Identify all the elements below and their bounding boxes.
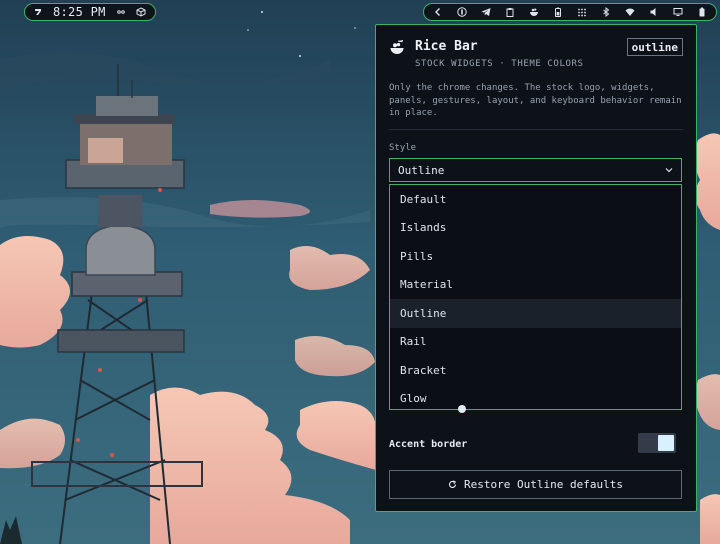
topbar-right-pill — [423, 3, 717, 21]
chevron-down-icon — [665, 168, 673, 173]
style-select[interactable]: Outline — [389, 158, 682, 182]
bluetooth-icon[interactable] — [601, 7, 611, 17]
topbar-left-pill: 8:25 PM — [24, 3, 156, 21]
style-option-glow[interactable]: Glow — [390, 385, 681, 414]
volume-icon[interactable] — [649, 7, 659, 17]
current-style-badge: outline — [626, 38, 683, 56]
panel-description: Only the chrome changes. The stock logo,… — [389, 83, 682, 118]
style-option-pills[interactable]: Pills — [390, 242, 681, 271]
restore-defaults-label: Restore Outline defaults — [464, 478, 623, 491]
panel-subtitle: STOCK WIDGETS · THEME COLORS — [415, 59, 584, 69]
display-icon[interactable] — [673, 7, 683, 17]
style-option-material[interactable]: Material — [390, 271, 681, 300]
battery-saver-icon[interactable] — [553, 7, 563, 17]
style-select-value: Outline — [398, 163, 445, 177]
box-icon[interactable] — [136, 7, 146, 17]
rice-bowl-icon — [389, 40, 405, 56]
style-option-rail[interactable]: Rail — [390, 328, 681, 357]
chevron-left-icon[interactable] — [433, 7, 443, 17]
divider — [389, 129, 683, 130]
accent-border-toggle[interactable] — [638, 433, 676, 453]
accent-border-label: Accent border — [389, 439, 468, 450]
panel-title: Rice Bar — [415, 39, 478, 54]
apps-grid-icon[interactable] — [577, 7, 587, 17]
style-option-islands[interactable]: Islands — [390, 214, 681, 243]
style-label: Style — [389, 143, 417, 153]
distro-logo-icon[interactable] — [33, 7, 43, 17]
restore-defaults-button[interactable]: Restore Outline defaults — [389, 470, 682, 499]
style-option-outline[interactable]: Outline — [390, 299, 681, 328]
telegram-icon[interactable] — [481, 7, 491, 17]
circle-dots-icon[interactable] — [116, 7, 126, 17]
rice-bar-panel: Rice Bar STOCK WIDGETS · THEME COLORS ou… — [375, 24, 697, 512]
wifi-icon[interactable] — [625, 7, 635, 17]
clipboard-icon[interactable] — [505, 7, 515, 17]
style-dropdown-list: Default Islands Pills Material Outline R… — [389, 184, 682, 410]
style-option-default[interactable]: Default — [390, 185, 681, 214]
clock[interactable]: 8:25 PM — [53, 5, 106, 19]
toggle-knob — [658, 435, 674, 451]
rice-icon[interactable] — [529, 7, 539, 17]
password-manager-icon[interactable] — [457, 7, 467, 17]
battery-icon[interactable] — [697, 7, 707, 17]
toggle-knob-partial — [458, 405, 466, 413]
refresh-icon — [448, 480, 457, 488]
style-option-bracket[interactable]: Bracket — [390, 356, 681, 385]
